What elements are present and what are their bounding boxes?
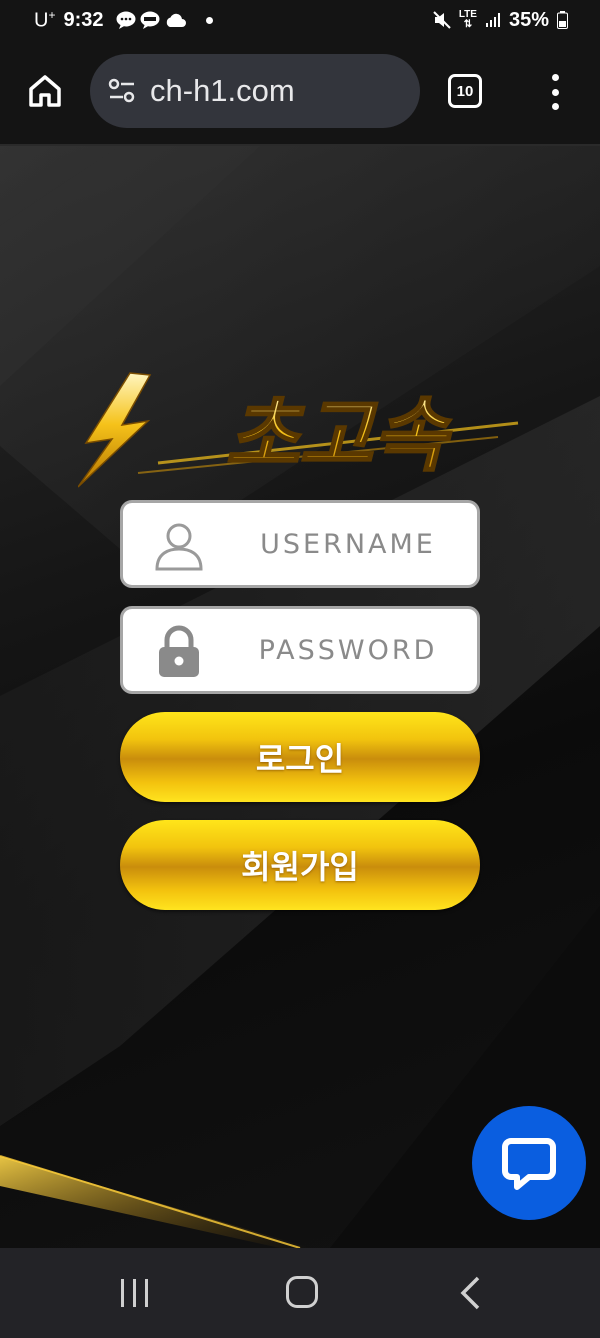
network-type: LTE ⇅ bbox=[458, 9, 477, 30]
password-field[interactable] bbox=[120, 606, 480, 694]
password-input[interactable] bbox=[223, 609, 473, 691]
status-bar: U+ 9:32 LTE ⇅ 35% bbox=[0, 0, 600, 40]
back-icon[interactable] bbox=[458, 1276, 482, 1310]
logo-text: 초고속 bbox=[226, 389, 452, 482]
talk-icon bbox=[140, 11, 159, 29]
notification-dot bbox=[205, 16, 213, 24]
battery-percent: 35% bbox=[508, 8, 549, 31]
clock: 9:32 bbox=[63, 8, 104, 31]
battery-icon bbox=[557, 11, 568, 29]
site-settings-icon[interactable] bbox=[106, 75, 138, 107]
cloud-icon bbox=[166, 13, 186, 27]
login-button[interactable]: 로그인 bbox=[120, 712, 480, 802]
tab-count: 10 bbox=[456, 82, 474, 100]
home-nav-icon[interactable] bbox=[286, 1276, 318, 1308]
home-icon[interactable] bbox=[26, 72, 64, 110]
browser-toolbar: ch-h1.com 10 bbox=[0, 40, 600, 146]
chat-icon bbox=[502, 1138, 556, 1190]
recent-apps-icon[interactable] bbox=[118, 1278, 152, 1308]
signal-icon bbox=[485, 13, 500, 27]
more-menu-icon[interactable] bbox=[545, 74, 565, 110]
message-icon bbox=[116, 11, 135, 29]
address-bar[interactable]: ch-h1.com bbox=[90, 54, 420, 128]
system-nav-bar bbox=[0, 1248, 600, 1338]
page-content: 초고속 로그인 회원가입 bbox=[0, 146, 600, 1248]
username-input[interactable] bbox=[223, 503, 473, 585]
url-text[interactable]: ch-h1.com bbox=[150, 73, 295, 109]
carrier-label: U+ bbox=[34, 7, 56, 32]
brand-logo: 초고속 bbox=[78, 372, 519, 488]
chat-button[interactable] bbox=[472, 1106, 586, 1220]
background-graphic bbox=[0, 146, 600, 1248]
signup-button[interactable]: 회원가입 bbox=[120, 820, 480, 910]
tabs-button[interactable]: 10 bbox=[448, 74, 482, 108]
username-field[interactable] bbox=[120, 500, 480, 588]
mute-icon bbox=[433, 11, 451, 29]
lock-icon bbox=[159, 625, 199, 677]
user-icon bbox=[155, 523, 203, 571]
